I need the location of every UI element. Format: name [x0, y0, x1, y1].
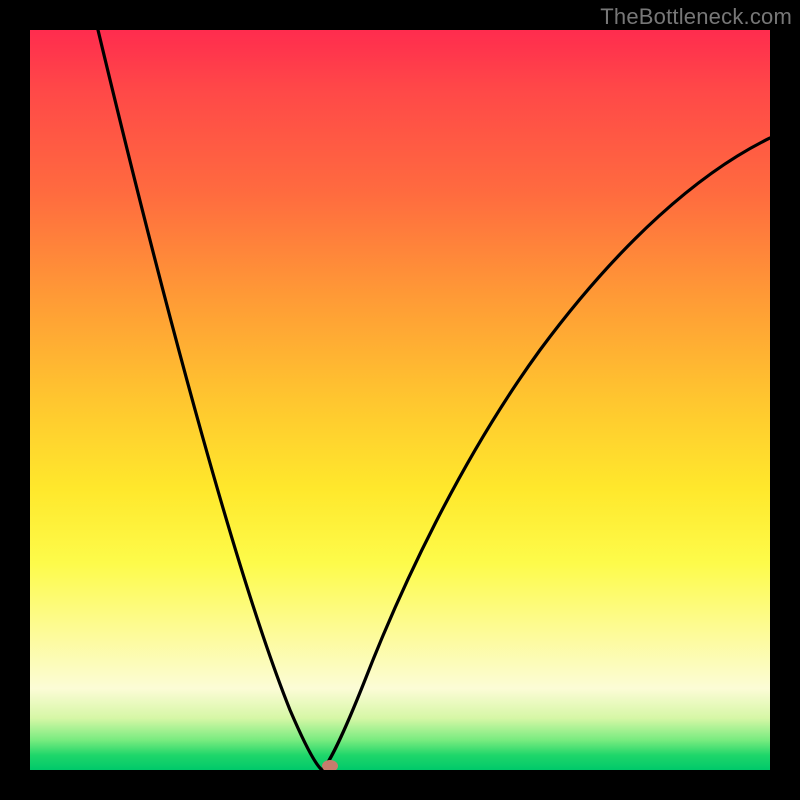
- minimum-marker: [322, 760, 338, 770]
- curve-svg: [30, 30, 770, 770]
- chart-frame: TheBottleneck.com: [0, 0, 800, 800]
- plot-area: [30, 30, 770, 770]
- watermark-text: TheBottleneck.com: [600, 4, 792, 30]
- bottleneck-curve: [98, 30, 770, 770]
